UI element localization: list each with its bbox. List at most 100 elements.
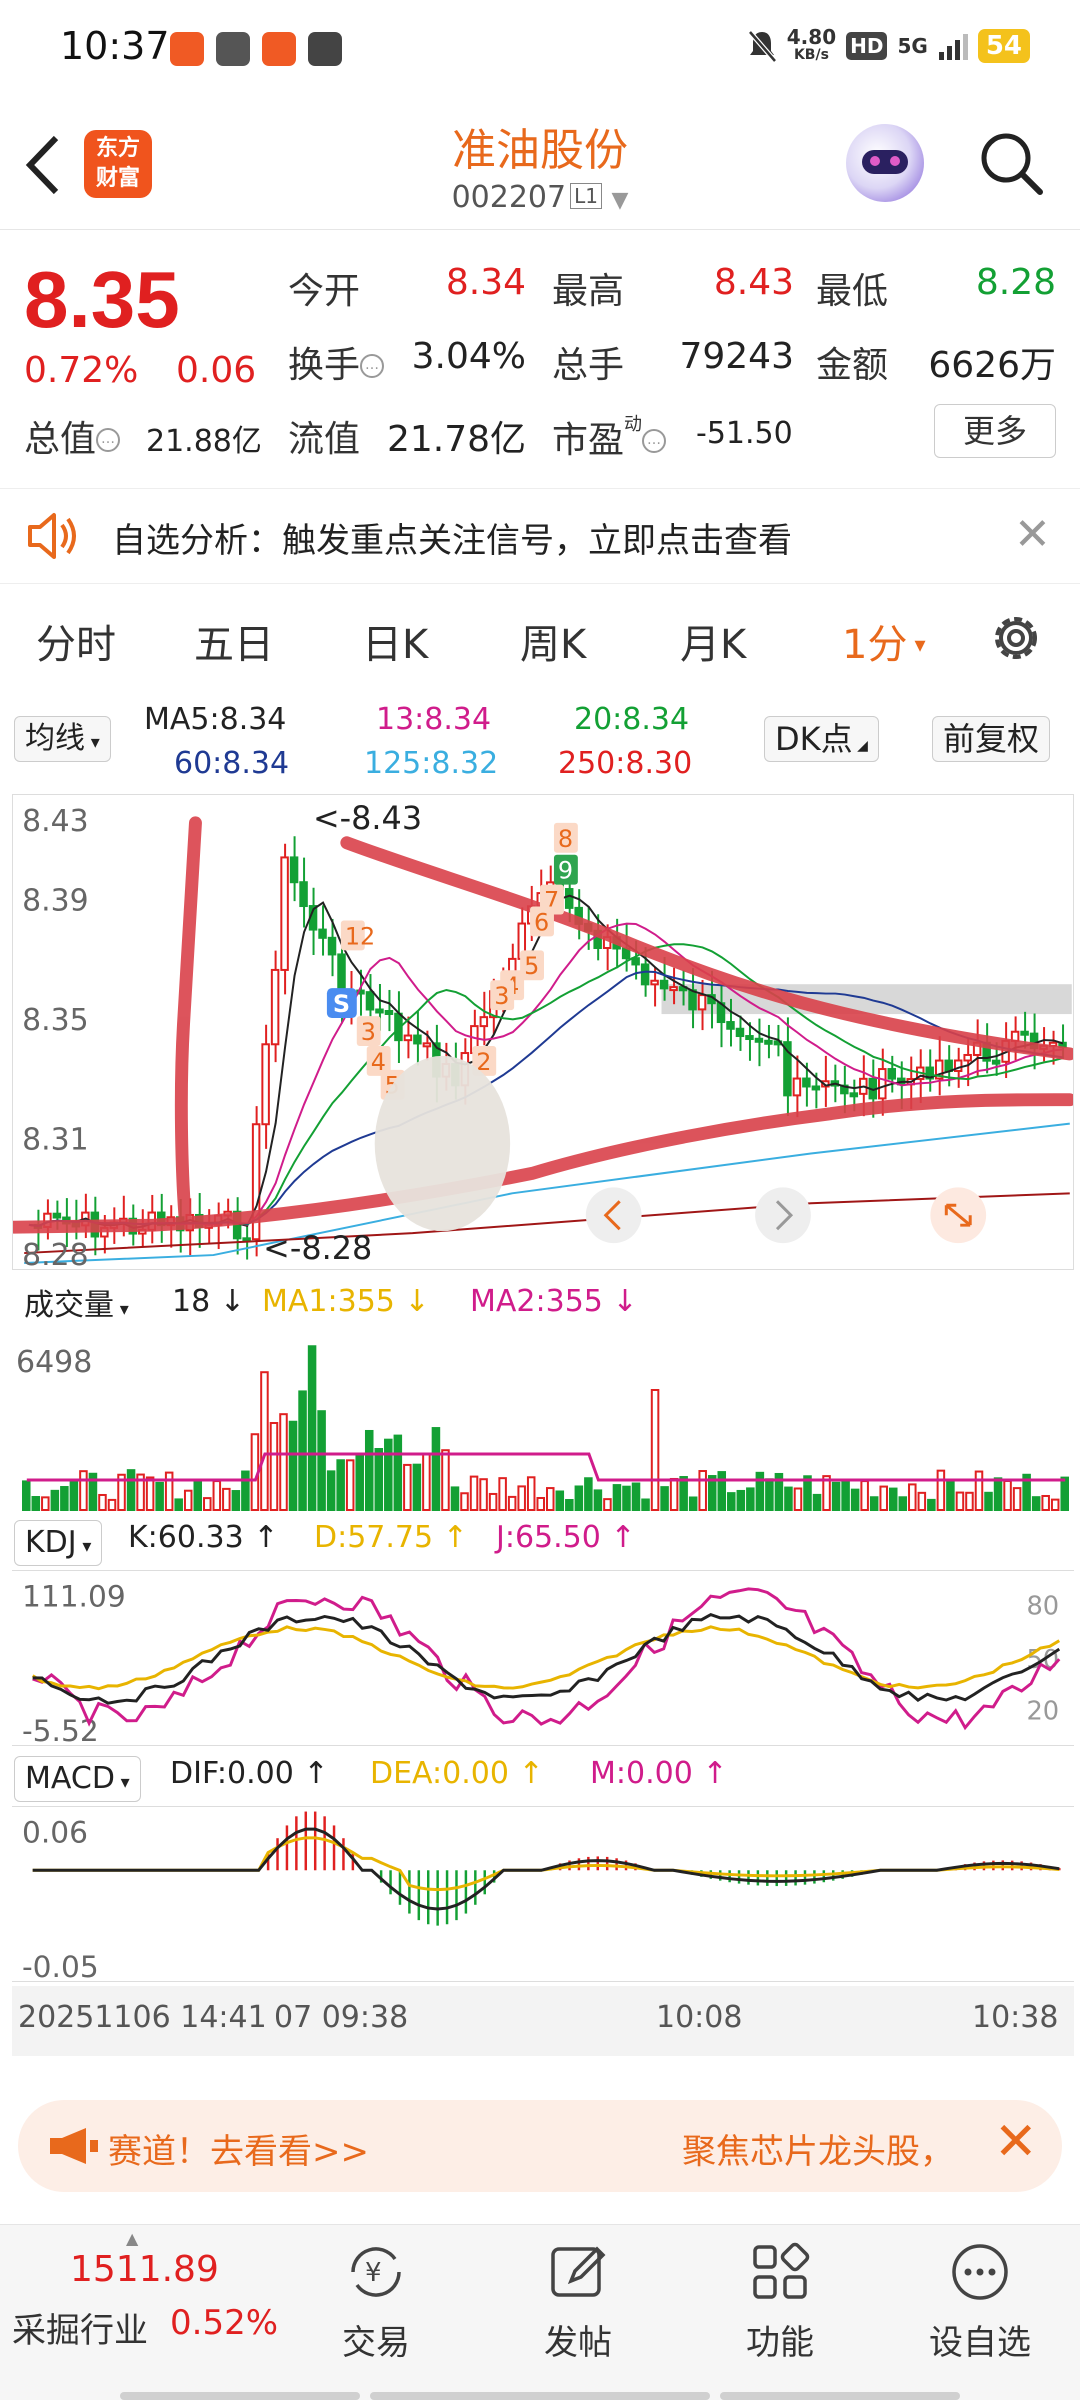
volume-bar xyxy=(336,1459,345,1511)
pe-label: 市盈动… xyxy=(552,410,667,463)
notice-bar[interactable]: 自选分析：触发重点关注信号，立即点击查看 ✕ xyxy=(0,488,1080,584)
candle xyxy=(403,1034,413,1042)
nav-trade[interactable]: ¥ 交易 xyxy=(306,2239,446,2364)
volume-bar xyxy=(69,1478,79,1512)
nav-post[interactable]: 发帖 xyxy=(508,2239,648,2364)
tab-five-day[interactable]: 五日 xyxy=(194,612,274,670)
volume-bar xyxy=(784,1486,793,1512)
price-tick: 8.43 xyxy=(22,804,88,839)
kdj-d-line xyxy=(31,1625,1061,1691)
more-button[interactable]: 更多 xyxy=(934,404,1056,458)
dk-point-button[interactable]: DK点 ◢ xyxy=(764,716,879,762)
volume-bar xyxy=(203,1497,212,1512)
pe-value: -51.50 xyxy=(696,416,793,451)
volume-bar xyxy=(955,1491,965,1512)
nav-functions[interactable]: 功能 xyxy=(710,2239,850,2364)
high-label: 最高 xyxy=(552,271,625,312)
kdj-selector[interactable]: KDJ ▾ xyxy=(14,1520,103,1566)
open-label: 今开 xyxy=(288,271,361,312)
time-label: 07 09:38 xyxy=(274,2000,409,2035)
index-value: 1511.89 xyxy=(70,2249,219,2290)
td-sequence-labels: 8976543123452 xyxy=(340,822,578,1100)
candle xyxy=(631,957,640,966)
status-right: 4.80 KB/s HD 5G 54 xyxy=(747,27,1030,64)
volume-bar xyxy=(727,1492,736,1511)
candle xyxy=(413,1034,422,1045)
tab-intraday[interactable]: 分时 xyxy=(36,612,116,670)
edit-icon xyxy=(551,2246,606,2297)
volume-bar xyxy=(603,1498,612,1511)
search-button[interactable] xyxy=(976,128,1046,198)
volume-bar xyxy=(879,1485,888,1512)
close-icon[interactable]: ✕ xyxy=(1014,509,1051,560)
signal-bars-icon xyxy=(938,34,968,60)
promo-banner[interactable]: 赛道！去看看>> 聚焦芯片龙头股， ✕ xyxy=(18,2100,1062,2192)
robot-assistant-avatar[interactable] xyxy=(846,124,924,202)
volume-selector[interactable]: 成交量 ▾ xyxy=(14,1284,139,1330)
trade-icon: ¥ xyxy=(351,2247,401,2297)
volume-value: 79243 xyxy=(679,336,794,377)
volume-bar xyxy=(98,1493,107,1511)
td-label: 3 xyxy=(494,982,509,1010)
candle xyxy=(991,1059,1001,1065)
volume-bar xyxy=(1012,1487,1022,1511)
macd-dea-line xyxy=(32,1836,1060,1892)
volume-bar xyxy=(41,1496,50,1511)
current-price: 8.35 xyxy=(24,255,180,344)
candle xyxy=(659,979,669,990)
chart-next-button[interactable] xyxy=(755,1187,811,1244)
info-icon[interactable]: … xyxy=(360,354,385,378)
tab-daily-k[interactable]: 日K xyxy=(362,612,428,670)
candle xyxy=(640,963,650,986)
ma60-legend: 60:8.34 xyxy=(174,746,290,781)
tab-weekly-k[interactable]: 周K xyxy=(520,612,586,670)
tab-one-minute[interactable]: 1分 ▾ xyxy=(842,612,926,670)
candle xyxy=(261,1043,270,1126)
high-value: 8.43 xyxy=(713,262,794,303)
info-icon[interactable]: … xyxy=(642,429,667,453)
nav-add-watchlist[interactable]: 设自选 xyxy=(910,2239,1050,2364)
volume-bar xyxy=(374,1448,384,1511)
macd-tick: 0.06 xyxy=(22,1815,88,1850)
volume-bar xyxy=(1003,1479,1012,1512)
volume-bar xyxy=(641,1498,650,1511)
tab-monthly-k[interactable]: 月K xyxy=(680,612,746,670)
close-icon[interactable]: ✕ xyxy=(994,2112,1038,2172)
candle xyxy=(792,1077,802,1097)
gear-icon[interactable] xyxy=(986,608,1046,668)
td-label: 3 xyxy=(361,1018,376,1046)
volume-bar xyxy=(622,1485,631,1511)
robot-eye-right xyxy=(890,156,900,166)
volume-bar xyxy=(612,1484,622,1511)
kdj-k: K:60.33 ↑ xyxy=(128,1520,279,1555)
candle xyxy=(52,1212,62,1219)
volume-bar xyxy=(546,1487,555,1512)
macd-selector[interactable]: MACD ▾ xyxy=(14,1756,141,1802)
ma-selector[interactable]: 均线 ▾ xyxy=(14,716,111,762)
adjust-button[interactable]: 前复权 xyxy=(932,716,1051,762)
candle xyxy=(811,1085,821,1091)
volume-bar xyxy=(231,1490,241,1511)
candle xyxy=(289,856,299,884)
td-label: 6 xyxy=(534,908,549,936)
speaker-icon xyxy=(28,513,76,559)
info-icon[interactable]: … xyxy=(96,428,121,452)
td-label: 5 xyxy=(524,952,539,980)
notice-text: 自选分析：触发重点关注信号，立即点击查看 xyxy=(112,521,792,561)
kdj-chart: 111.09 -5.52 80 50 20 xyxy=(12,1570,1074,1746)
volume-ma2: MA2:355 ↓ xyxy=(470,1284,638,1319)
volume-bar xyxy=(260,1371,269,1511)
change-amount: 0.06 xyxy=(176,350,257,391)
stock-code-row[interactable]: 002207 L1 ▼ xyxy=(0,180,1080,215)
megaphone-icon xyxy=(50,2128,98,2164)
float-label: 流值 xyxy=(288,419,361,460)
volume-bar xyxy=(279,1413,288,1511)
candle xyxy=(1020,1030,1029,1036)
level-badge: L1 xyxy=(570,183,602,209)
volume-bar xyxy=(584,1477,593,1511)
app-notification-icon xyxy=(170,32,204,66)
chart-prev-button[interactable] xyxy=(585,1187,642,1244)
candlestick-chart[interactable]: 8.43 8.39 8.35 8.31 8.28 <-8.43 <-8.28 S… xyxy=(12,794,1074,1270)
time-axis: 20251106 14:41 07 09:38 10:08 10:38 xyxy=(12,1986,1074,2056)
hd-badge: HD xyxy=(846,32,888,60)
